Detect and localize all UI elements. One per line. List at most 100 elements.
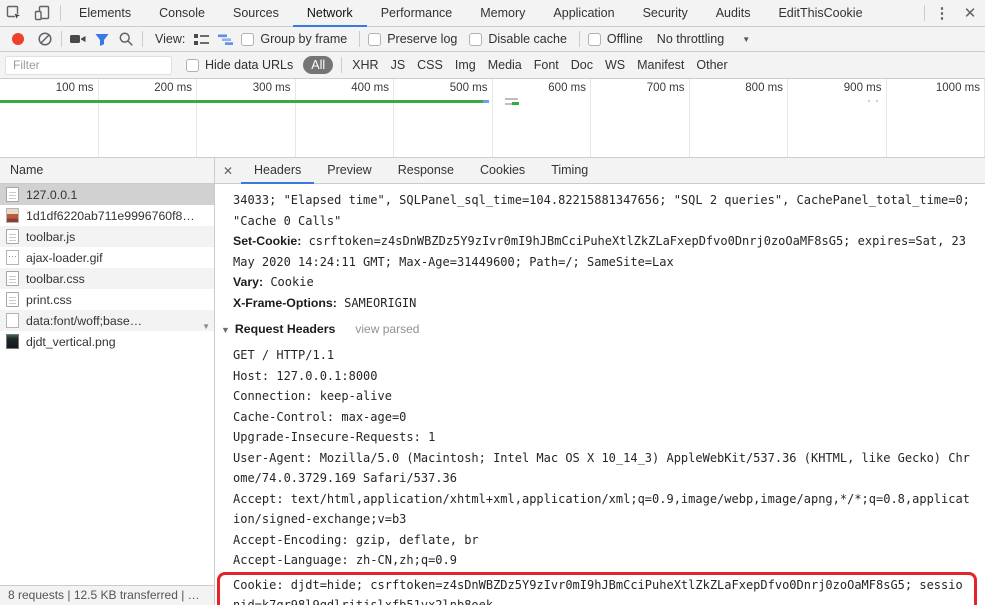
data-url-icon	[6, 313, 19, 328]
request-name: print.css	[26, 292, 72, 307]
chevron-down-icon: ▼	[742, 34, 751, 44]
disable-cache-label: Disable cache	[488, 32, 567, 46]
throttling-dropdown[interactable]: No throttling ▼	[657, 32, 750, 46]
checkbox-icon	[368, 32, 382, 46]
waterfall-mini-bar	[505, 103, 512, 105]
divider	[61, 31, 62, 47]
stylesheet-icon	[6, 292, 19, 307]
request-details-panel: ✕ Headers Preview Response Cookies Timin…	[215, 158, 985, 605]
devtools-close-button[interactable]: ✕	[955, 4, 985, 22]
request-row-ajax-loader-gif[interactable]: ··· ajax-loader.gif	[0, 247, 214, 268]
filter-pill-all[interactable]: All	[303, 56, 334, 74]
timeline-green-bar	[0, 100, 483, 103]
tab-memory[interactable]: Memory	[466, 0, 539, 27]
tab-audits[interactable]: Audits	[702, 0, 765, 27]
headers-content: 34033; "Elapsed time", SQLPanel_sql_time…	[215, 184, 985, 605]
network-overview-timeline[interactable]: 100 ms 200 ms 300 ms 400 ms 500 ms 600 m…	[0, 79, 985, 158]
tab-response[interactable]: Response	[385, 158, 467, 184]
filter-pill-js[interactable]: JS	[385, 56, 412, 74]
inspect-element-button[interactable]	[0, 0, 28, 26]
tab-performance[interactable]: Performance	[367, 0, 467, 27]
request-row-127-0-0-1[interactable]: 127.0.0.1	[0, 184, 214, 205]
request-row-print-css[interactable]: print.css	[0, 289, 214, 310]
gif-thumbnail-icon: ···	[6, 250, 19, 265]
tab-security[interactable]: Security	[629, 0, 702, 27]
request-header-line: User-Agent: Mozilla/5.0 (Macintosh; Inte…	[233, 450, 970, 486]
preserve-log-checkbox[interactable]: Preserve log	[368, 32, 457, 46]
filter-input[interactable]	[5, 55, 172, 75]
device-toolbar-button[interactable]	[28, 0, 56, 26]
request-row-toolbar-css[interactable]: toolbar.css	[0, 268, 214, 289]
network-main-area: Name 127.0.0.1 1d1df6220ab711e9996760f8……	[0, 158, 985, 605]
tab-elements[interactable]: Elements	[65, 0, 145, 27]
divider	[341, 57, 343, 73]
request-header-line: Accept-Language: zh-CN,zh;q=0.9	[233, 553, 457, 567]
filter-pill-media[interactable]: Media	[482, 56, 528, 74]
request-header-line: Accept-Encoding: gzip, deflate, br	[233, 532, 479, 547]
checkbox-icon	[241, 32, 255, 46]
header-name: X-Frame-Options:	[233, 295, 337, 310]
request-name: 1d1df6220ab711e9996760f8…	[26, 208, 195, 223]
disable-cache-checkbox[interactable]: Disable cache	[469, 32, 567, 46]
tab-network[interactable]: Network	[292, 0, 367, 27]
filter-funnel-icon	[94, 32, 110, 47]
waterfall-mini-dot	[868, 100, 870, 102]
filter-pill-ws[interactable]: WS	[599, 56, 631, 74]
offline-checkbox[interactable]: Offline	[587, 32, 643, 46]
large-rows-toggle-button[interactable]	[189, 28, 213, 50]
tab-preview[interactable]: Preview	[314, 158, 384, 184]
filter-pill-xhr[interactable]: XHR	[346, 56, 384, 74]
response-header-x-frame-options: X-Frame-Options: SAMEORIGIN	[233, 293, 977, 314]
stylesheet-icon	[6, 271, 19, 286]
disclosure-triangle-icon: ▼	[221, 325, 230, 335]
filter-pill-font[interactable]: Font	[528, 56, 565, 74]
close-details-button[interactable]: ✕	[215, 164, 241, 178]
image-thumbnail-icon	[6, 334, 19, 349]
timeline-tick: 600 ms	[493, 79, 591, 157]
filter-pill-other[interactable]: Other	[690, 56, 733, 74]
tab-console[interactable]: Console	[145, 0, 219, 27]
clear-button[interactable]	[33, 28, 57, 50]
tab-cookies[interactable]: Cookies	[467, 158, 538, 184]
device-toolbar-icon	[33, 4, 51, 22]
group-by-frame-checkbox[interactable]: Group by frame	[241, 32, 347, 46]
timeline-tick: 200 ms	[99, 79, 197, 157]
view-parsed-link[interactable]: view parsed	[355, 322, 419, 336]
capture-screenshots-button[interactable]	[66, 28, 90, 50]
request-name: data:font/woff;base…	[26, 313, 142, 328]
tab-application[interactable]: Application	[539, 0, 628, 27]
filter-button[interactable]	[90, 28, 114, 50]
request-name: djdt_vertical.png	[26, 334, 116, 349]
scroll-down-arrow-icon: ▼	[202, 322, 210, 331]
request-row-toolbar-js[interactable]: toolbar.js	[0, 226, 214, 247]
document-icon	[6, 187, 19, 202]
request-row-djdt-vertical-png[interactable]: djdt_vertical.png	[0, 331, 214, 352]
request-row-data-font-woff[interactable]: data:font/woff;base…	[0, 310, 214, 331]
close-icon: ✕	[222, 163, 234, 178]
tab-sources[interactable]: Sources	[219, 0, 293, 27]
filter-pill-css[interactable]: CSS	[411, 56, 449, 74]
record-button[interactable]	[12, 33, 24, 45]
request-row-1d1df6220[interactable]: 1d1df6220ab711e9996760f8…	[0, 205, 214, 226]
tab-headers[interactable]: Headers	[241, 158, 315, 184]
waterfall-icon	[217, 32, 234, 47]
request-headers-section-header[interactable]: ▼ Request Headers view parsed	[221, 321, 977, 338]
clear-icon	[37, 31, 53, 47]
filter-pill-doc[interactable]: Doc	[565, 56, 599, 74]
request-header-cookie-line: Cookie: djdt=hide; csrftoken=z4sDnWBZDz5…	[233, 577, 963, 605]
devtools-menu-button[interactable]: ⋮	[929, 4, 955, 22]
filter-pill-manifest[interactable]: Manifest	[631, 56, 690, 74]
overview-toggle-button[interactable]	[213, 28, 237, 50]
timeline-tick: 900 ms	[788, 79, 887, 157]
name-column-header[interactable]: Name	[0, 158, 214, 184]
timeline-tick: 500 ms	[394, 79, 493, 157]
search-button[interactable]	[114, 28, 138, 50]
script-icon	[6, 229, 19, 244]
hide-data-urls-checkbox[interactable]: Hide data URLs	[186, 58, 293, 72]
tab-editthiscookie[interactable]: EditThisCookie	[764, 0, 876, 27]
request-name: toolbar.js	[26, 229, 76, 244]
filter-pill-img[interactable]: Img	[449, 56, 482, 74]
tab-timing[interactable]: Timing	[538, 158, 601, 184]
response-header-vary: Vary: Cookie	[233, 272, 977, 293]
devtools-window: Elements Console Sources Network Perform…	[0, 0, 985, 605]
